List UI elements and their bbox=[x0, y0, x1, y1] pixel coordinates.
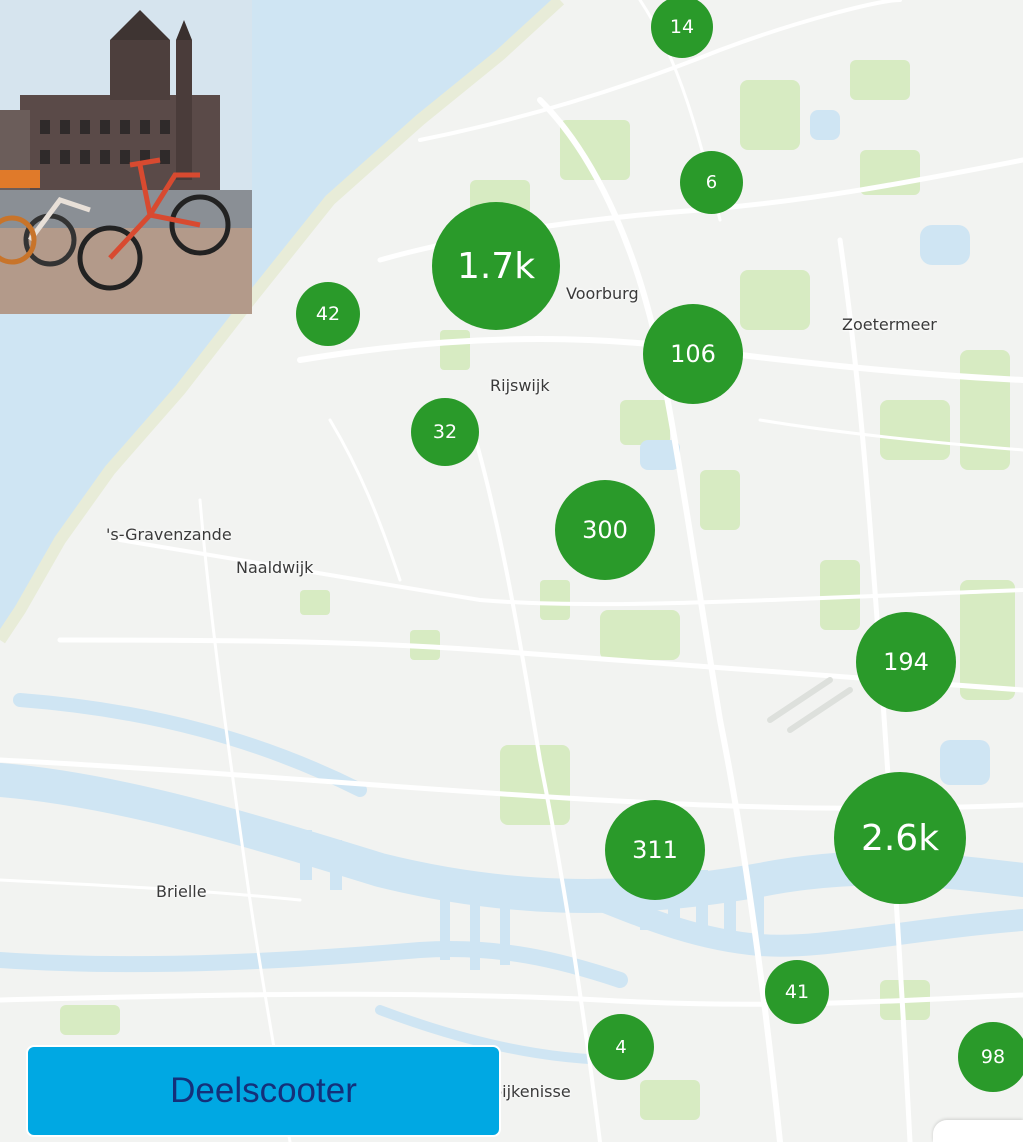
cluster-count: 42 bbox=[315, 303, 341, 325]
place-label-s-gravenzande: 's-Gravenzande bbox=[106, 525, 232, 544]
cluster-count: 4 bbox=[615, 1036, 627, 1058]
cluster-count: 41 bbox=[784, 981, 810, 1003]
cluster-marker[interactable]: 300 bbox=[555, 480, 655, 580]
cluster-marker[interactable]: 194 bbox=[856, 612, 956, 712]
deelscooter-label: Deelscooter bbox=[26, 1045, 501, 1137]
cluster-count: 32 bbox=[432, 421, 458, 443]
cluster-marker[interactable]: 41 bbox=[765, 960, 829, 1024]
place-label-naaldwijk: Naaldwijk bbox=[236, 558, 314, 577]
cluster-marker[interactable]: 311 bbox=[605, 800, 705, 900]
place-label-brielle: Brielle bbox=[156, 882, 207, 901]
cluster-marker[interactable]: 42 bbox=[296, 282, 360, 346]
place-label-zoetermeer: Zoetermeer bbox=[842, 315, 937, 334]
cluster-count: 6 bbox=[705, 172, 718, 193]
cluster-marker[interactable]: 4 bbox=[588, 1014, 654, 1080]
cluster-marker[interactable]: 106 bbox=[643, 304, 743, 404]
cluster-count: 98 bbox=[980, 1046, 1006, 1068]
cluster-count: 2.6k bbox=[860, 817, 940, 859]
cluster-marker[interactable]: 6 bbox=[680, 151, 743, 214]
bicycles-photo bbox=[0, 0, 252, 314]
cluster-marker[interactable]: 1.7k bbox=[432, 202, 560, 330]
cluster-marker[interactable]: 32 bbox=[411, 398, 479, 466]
bicycles-illustration bbox=[0, 0, 252, 314]
cluster-marker[interactable]: 98 bbox=[958, 1022, 1023, 1092]
place-label-rijswijk: Rijswijk bbox=[490, 376, 550, 395]
bottom-card-edge[interactable] bbox=[933, 1120, 1023, 1142]
cluster-count: 311 bbox=[632, 836, 678, 864]
cluster-count: 14 bbox=[669, 16, 695, 38]
cluster-count: 106 bbox=[670, 340, 716, 368]
cluster-count: 1.7k bbox=[456, 245, 536, 287]
airport-runway bbox=[767, 677, 853, 733]
cluster-count: 300 bbox=[582, 516, 628, 544]
cluster-marker[interactable]: 2.6k bbox=[834, 772, 966, 904]
place-label-voorburg: Voorburg bbox=[566, 284, 639, 303]
deelscooter-label-text: Deelscooter bbox=[170, 1071, 357, 1110]
cluster-count: 194 bbox=[883, 648, 929, 676]
place-label-spijkenisse: pijkenisse bbox=[492, 1082, 571, 1101]
map-screen: Voorburg Zoetermeer Rijswijk 's-Gravenza… bbox=[0, 0, 1023, 1142]
